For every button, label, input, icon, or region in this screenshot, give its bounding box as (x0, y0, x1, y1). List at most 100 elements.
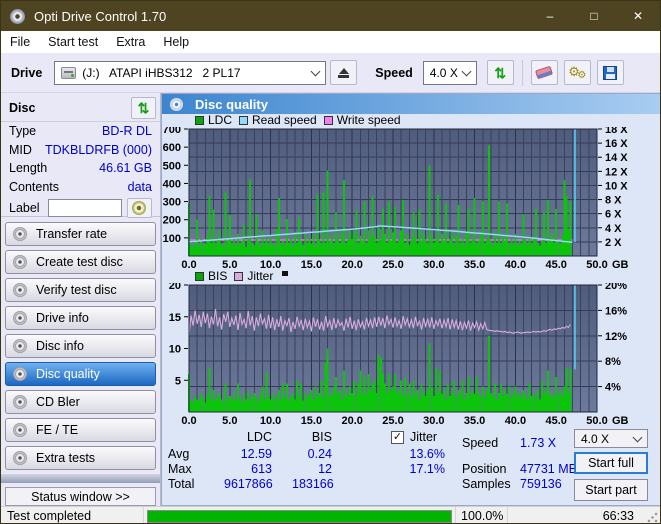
cd-icon (13, 339, 27, 353)
svg-text:45.0: 45.0 (545, 415, 566, 426)
menu-help[interactable]: Help (154, 31, 198, 53)
svg-text:35.0: 35.0 (464, 259, 485, 270)
sidebar-item-disc-quality[interactable]: Disc quality (5, 362, 156, 386)
start-full-button[interactable]: Start full (574, 452, 648, 474)
minimize-button[interactable]: – (528, 1, 572, 31)
cd-icon (13, 255, 27, 269)
cd-icon (13, 423, 27, 437)
sidebar-item-create-test-disc[interactable]: Create test disc (5, 250, 156, 274)
progress-bar (147, 509, 452, 523)
scan-speed-select[interactable]: 4.0 X (574, 429, 648, 448)
svg-text:25.0: 25.0 (382, 415, 403, 426)
sidebar: Disc ⇅ Type BD-R DL MID TDKBLDRFB (000) Le… (1, 93, 161, 506)
svg-text:5: 5 (175, 375, 181, 387)
legend-item (280, 271, 289, 283)
svg-text:700: 700 (163, 127, 181, 136)
refresh-button[interactable]: ⇅ (486, 60, 514, 85)
refresh-icon: ⇅ (494, 64, 507, 81)
speed-stat-value: 1.73 X (520, 436, 557, 450)
jitter-checkbox[interactable]: ✓ (391, 431, 404, 444)
disc-label-button[interactable] (126, 198, 152, 218)
resize-grip[interactable] (647, 512, 658, 523)
speed-select[interactable]: 4.0 X (422, 60, 477, 85)
bis-jitter-chart-legend: BIS Jitter (195, 269, 660, 283)
max-ldc: 613 (251, 462, 272, 476)
svg-text:500: 500 (163, 160, 181, 172)
svg-text:20.0: 20.0 (341, 259, 362, 270)
panel-title: Disc quality (195, 96, 268, 112)
cd-icon (13, 367, 27, 381)
sidebar-item-fe-te[interactable]: FE / TE (5, 418, 156, 442)
svg-text:35.0: 35.0 (464, 415, 485, 426)
sidebar-item-transfer-rate[interactable]: Transfer rate (5, 222, 156, 246)
svg-text:40.0: 40.0 (505, 259, 526, 270)
disc-refresh-button[interactable]: ⇅ (131, 97, 156, 119)
toolbar: Drive (J:) ATAPI iHBS312 2 PL17 Speed 4.… (1, 53, 660, 93)
eject-button[interactable] (330, 60, 358, 85)
svg-text:30.0: 30.0 (423, 415, 444, 426)
speed-select-value: 4.0 X (429, 65, 458, 80)
cd-icon (13, 283, 27, 297)
svg-text:16%: 16% (605, 305, 627, 317)
svg-text:25.0: 25.0 (382, 259, 403, 270)
drive-select[interactable]: (J:) ATAPI iHBS312 2 PL17 (54, 60, 327, 85)
max-jitter: 17.1% (409, 462, 445, 476)
svg-text:10 X: 10 X (605, 180, 628, 192)
menu-bar: File Start test Extra Help (1, 31, 660, 53)
disc-info-box: Disc ⇅ Type BD-R DL MID TDKBLDRFB (000) Le… (1, 93, 160, 218)
drive-label: Drive (11, 65, 43, 80)
svg-text:15.0: 15.0 (301, 415, 322, 426)
speed-label: Speed (375, 65, 413, 80)
drive-select-value: (J:) ATAPI iHBS312 2 PL17 (82, 65, 241, 80)
status-text: Test completed (7, 509, 92, 523)
sidebar-item-cd-bler[interactable]: CD Bler (5, 390, 156, 414)
svg-text:16 X: 16 X (605, 138, 628, 150)
disc-row-length: Length 46.61 GB (9, 161, 152, 175)
avg-bis: 0.24 (307, 447, 332, 461)
legend-item: Read speed (239, 113, 317, 127)
svg-text:45.0: 45.0 (545, 259, 566, 270)
maximize-button[interactable]: □ (572, 1, 616, 31)
legend-item: BIS (195, 269, 227, 283)
svg-text:0.0: 0.0 (181, 415, 196, 426)
sidebar-item-extra-tests[interactable]: Extra tests (5, 446, 156, 470)
gears-icon: ⚙ ⚙ (568, 63, 587, 81)
menu-start-test[interactable]: Start test (39, 31, 107, 53)
row-label-max: Max (168, 462, 192, 476)
menu-file[interactable]: File (1, 31, 39, 53)
save-button[interactable] (596, 60, 624, 85)
close-button[interactable]: ✕ (616, 1, 660, 31)
status-window-button[interactable]: Status window >> (5, 487, 156, 506)
erase-disc-button[interactable] (530, 60, 558, 85)
ldc-chart: 100 200 300 400 500 600 700 2 X 4 X 6 X 8 X 10 X 12 … (163, 127, 629, 270)
samples-stat-label: Samples (462, 477, 511, 491)
samples-stat-value: 759136 (520, 477, 562, 491)
col-header-ldc: LDC (246, 430, 272, 444)
svg-text:8 X: 8 X (605, 195, 622, 207)
cd-icon (132, 201, 147, 215)
row-label-avg: Avg (168, 447, 190, 461)
sidebar-item-verify-test-disc[interactable]: Verify test disc (5, 278, 156, 302)
svg-text:300: 300 (163, 197, 181, 209)
svg-text:30.0: 30.0 (423, 259, 444, 270)
legend-item: Write speed (323, 113, 401, 127)
svg-text:40.0: 40.0 (505, 415, 526, 426)
svg-text:10.0: 10.0 (260, 415, 281, 426)
speed-stat-label: Speed (462, 436, 499, 450)
disc-label-input[interactable] (47, 199, 122, 217)
progress-section (143, 507, 455, 523)
app-window: Opti Drive Control 1.70 – □ ✕ File Start… (0, 0, 661, 524)
svg-text:12 X: 12 X (605, 166, 628, 178)
menu-extra[interactable]: Extra (107, 31, 154, 53)
start-part-button[interactable]: Start part (574, 479, 648, 501)
settings-button[interactable]: ⚙ ⚙ (563, 60, 591, 85)
eject-icon (338, 67, 350, 78)
disc-row-mid: MID TDKBLDRFB (000) (9, 142, 152, 157)
sidebar-item-drive-info[interactable]: Drive info (5, 306, 156, 330)
chevron-down-icon (632, 432, 643, 442)
disc-row-contents: Contents data (9, 179, 152, 194)
svg-text:4 X: 4 X (605, 223, 622, 235)
sidebar-item-disc-info[interactable]: Disc info (5, 334, 156, 358)
avg-ldc: 12.59 (240, 447, 272, 461)
svg-text:20%: 20% (605, 283, 627, 292)
